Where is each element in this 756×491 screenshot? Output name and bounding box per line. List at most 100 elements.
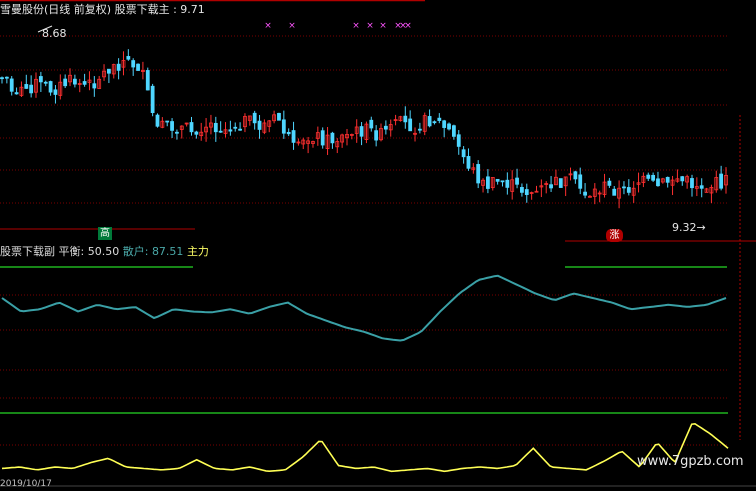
candle-body [320,130,325,146]
candle-body [53,89,58,95]
candle-body [9,78,14,92]
candle-body [622,186,626,189]
candle-body [451,125,456,137]
candle-body [106,68,111,74]
candle-body [495,178,500,182]
candle-body [72,78,77,85]
candle-body [145,70,150,91]
low-price-label: 9.32→ [672,221,706,234]
high-price-label: 8.68 [42,27,67,40]
main-force-label: 主力 [186,245,209,258]
low-price-value: 9.32 [672,221,697,234]
candle-body [607,180,612,186]
candle-body [228,129,233,132]
candlestick-series[interactable] [0,49,728,209]
candle-body [277,112,281,121]
retail-value: 87.51 [151,245,184,258]
candle-body [524,189,529,195]
arrow-right-icon: → [696,221,706,234]
candle-body [486,176,490,189]
candle-body [175,131,179,134]
balance-line-path [1,274,727,342]
candle-body [291,130,296,143]
candle-body [578,174,583,189]
chart-canvas[interactable]: × × × × × ××× [0,0,756,487]
candle-body [646,174,651,179]
signal-marker: × [352,21,360,31]
candle-body [170,121,174,131]
candle-body [417,128,422,131]
main-force-line[interactable] [1,422,729,473]
candle-body [4,76,9,79]
candle-body [500,180,505,183]
candle-body [233,126,238,129]
candle-body [476,164,481,184]
candle-body [0,77,4,80]
candle-body [549,184,553,189]
candle-body [43,81,48,84]
candle-body [252,112,257,124]
candle-body [238,128,242,131]
signal-marker: × [379,21,387,31]
candle-body [651,174,656,181]
candle-body [461,149,466,158]
candle-body [690,178,694,189]
candle-body [194,131,199,135]
candle-body [116,63,121,71]
candle-body [520,187,524,193]
candle-body [432,121,437,124]
chart-title: 雪曼股份(日线 前复权) 股票下载主 : 9.71 [0,3,205,16]
candle-body [126,56,131,60]
date-axis-fragment: 2019/10/17 [0,479,52,489]
candle-body [131,60,136,68]
watermark: www.7gpzb.com [637,454,744,469]
signal-marker: × [288,21,296,31]
indicator-levels [0,266,728,414]
candle-body [558,178,563,188]
candle-body [213,122,218,133]
candle-body [82,81,87,85]
rise-badge: 涨 [606,229,623,242]
candle-body [626,187,631,193]
signal-marker: × [264,21,272,31]
signal-marker: × [366,21,374,31]
candle-body [665,176,670,183]
candle-body [359,126,364,137]
candle-body [218,130,223,133]
balance-value: 50.50 [87,245,120,258]
candle-body [699,185,704,189]
candle-body [403,115,408,123]
candle-body [442,120,447,128]
candle-body [437,117,442,121]
candle-body [427,116,432,127]
signal-markers: × × × × × ××× [264,21,412,31]
candle-body [383,125,388,130]
candle-body [573,171,578,180]
high-badge: 高 [98,227,112,240]
candle-body [48,81,53,93]
candle-body [286,131,291,135]
sub-chart-name: 股票下载副 [0,245,55,258]
candle-body [92,83,97,89]
candle-body [719,173,724,189]
candle-body [374,130,379,141]
balance-line[interactable] [1,274,727,342]
candle-body [583,191,587,196]
candle-body [29,84,34,94]
candle-body [24,84,29,89]
candle-body [155,114,160,127]
candle-body [505,179,510,188]
candle-body [515,177,519,185]
candle-body [136,63,140,71]
candle-body [189,122,194,133]
retail-label: 散户: [122,245,149,258]
candle-body [408,118,413,132]
candle-body [330,132,335,144]
balance-label: 平衡: [58,245,85,258]
candle-body [63,78,68,87]
sub-chart-title: 股票下载副 平衡: 50.50 散户: 87.51 主力 [0,245,209,258]
candle-body [680,176,685,182]
candle-body [369,119,374,129]
candle-body [281,119,286,134]
candle-body [447,123,451,130]
